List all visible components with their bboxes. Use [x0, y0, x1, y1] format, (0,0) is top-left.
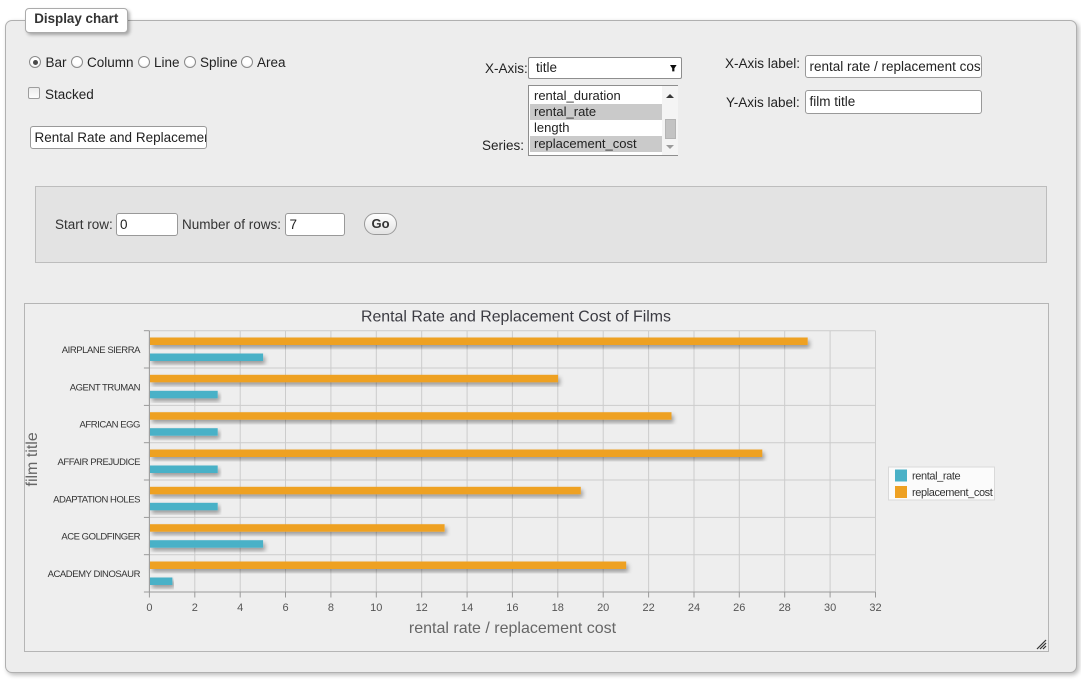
svg-text:28: 28: [779, 602, 791, 614]
svg-text:ADAPTATION HOLES: ADAPTATION HOLES: [53, 494, 140, 505]
svg-text:30: 30: [824, 602, 836, 614]
svg-text:16: 16: [506, 602, 518, 614]
svg-text:replacement_cost: replacement_cost: [912, 487, 993, 499]
svg-text:4: 4: [237, 602, 243, 614]
svg-text:ACE GOLDFINGER: ACE GOLDFINGER: [61, 532, 140, 543]
svg-text:6: 6: [282, 602, 288, 614]
svg-text:AIRPLANE SIERRA: AIRPLANE SIERRA: [62, 345, 141, 356]
svg-text:24: 24: [688, 602, 700, 614]
svg-text:AGENT TRUMAN: AGENT TRUMAN: [70, 382, 141, 393]
svg-text:rental_rate: rental_rate: [912, 471, 960, 483]
svg-text:Rental Rate and Replacement Co: Rental Rate and Replacement Cost of Film…: [361, 309, 671, 326]
svg-text:14: 14: [461, 602, 473, 614]
svg-text:8: 8: [328, 602, 334, 614]
svg-text:ACADEMY DINOSAUR: ACADEMY DINOSAUR: [48, 569, 141, 580]
svg-text:32: 32: [869, 602, 881, 614]
svg-text:26: 26: [733, 602, 745, 614]
svg-text:22: 22: [642, 602, 654, 614]
svg-text:0: 0: [146, 602, 152, 614]
svg-text:film title: film title: [25, 432, 41, 486]
svg-text:10: 10: [370, 602, 382, 614]
svg-text:18: 18: [552, 602, 564, 614]
svg-text:rental rate / replacement cost: rental rate / replacement cost: [409, 620, 617, 637]
svg-text:12: 12: [416, 602, 428, 614]
svg-text:AFRICAN EGG: AFRICAN EGG: [79, 420, 140, 431]
svg-text:20: 20: [597, 602, 609, 614]
svg-text:2: 2: [192, 602, 198, 614]
svg-text:AFFAIR PREJUDICE: AFFAIR PREJUDICE: [57, 457, 140, 468]
